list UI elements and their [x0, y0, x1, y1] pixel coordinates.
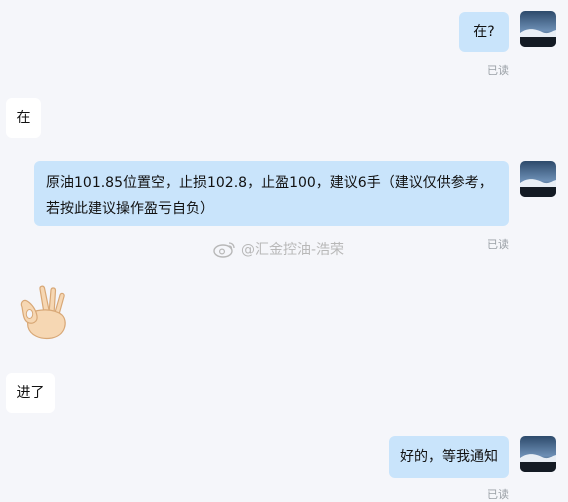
ok-hand-icon: [20, 285, 66, 340]
outgoing-message-bubble[interactable]: 在?: [459, 12, 509, 52]
outgoing-message-bubble[interactable]: 好的，等我通知: [389, 436, 509, 478]
ok-hand-emoji[interactable]: [18, 283, 70, 345]
avatar-image: [520, 436, 556, 472]
watermark-text: @汇金控油-浩荣: [241, 242, 345, 258]
incoming-message-bubble[interactable]: 在: [6, 98, 41, 138]
user-avatar[interactable]: [520, 436, 556, 472]
user-avatar[interactable]: [520, 11, 556, 47]
read-status: 已读: [487, 64, 509, 77]
outgoing-message-bubble[interactable]: 原油101.85位置空，止损102.8，止盈100，建议6手（建议仅供参考，若按…: [34, 161, 509, 226]
read-status: 已读: [487, 488, 509, 501]
incoming-message-bubble[interactable]: 进了: [6, 373, 55, 413]
avatar-image: [520, 161, 556, 197]
user-avatar[interactable]: [520, 161, 556, 197]
avatar-image: [520, 11, 556, 47]
weibo-icon: [213, 242, 235, 258]
watermark: @汇金控油-浩荣: [213, 239, 344, 259]
read-status: 已读: [487, 238, 509, 251]
